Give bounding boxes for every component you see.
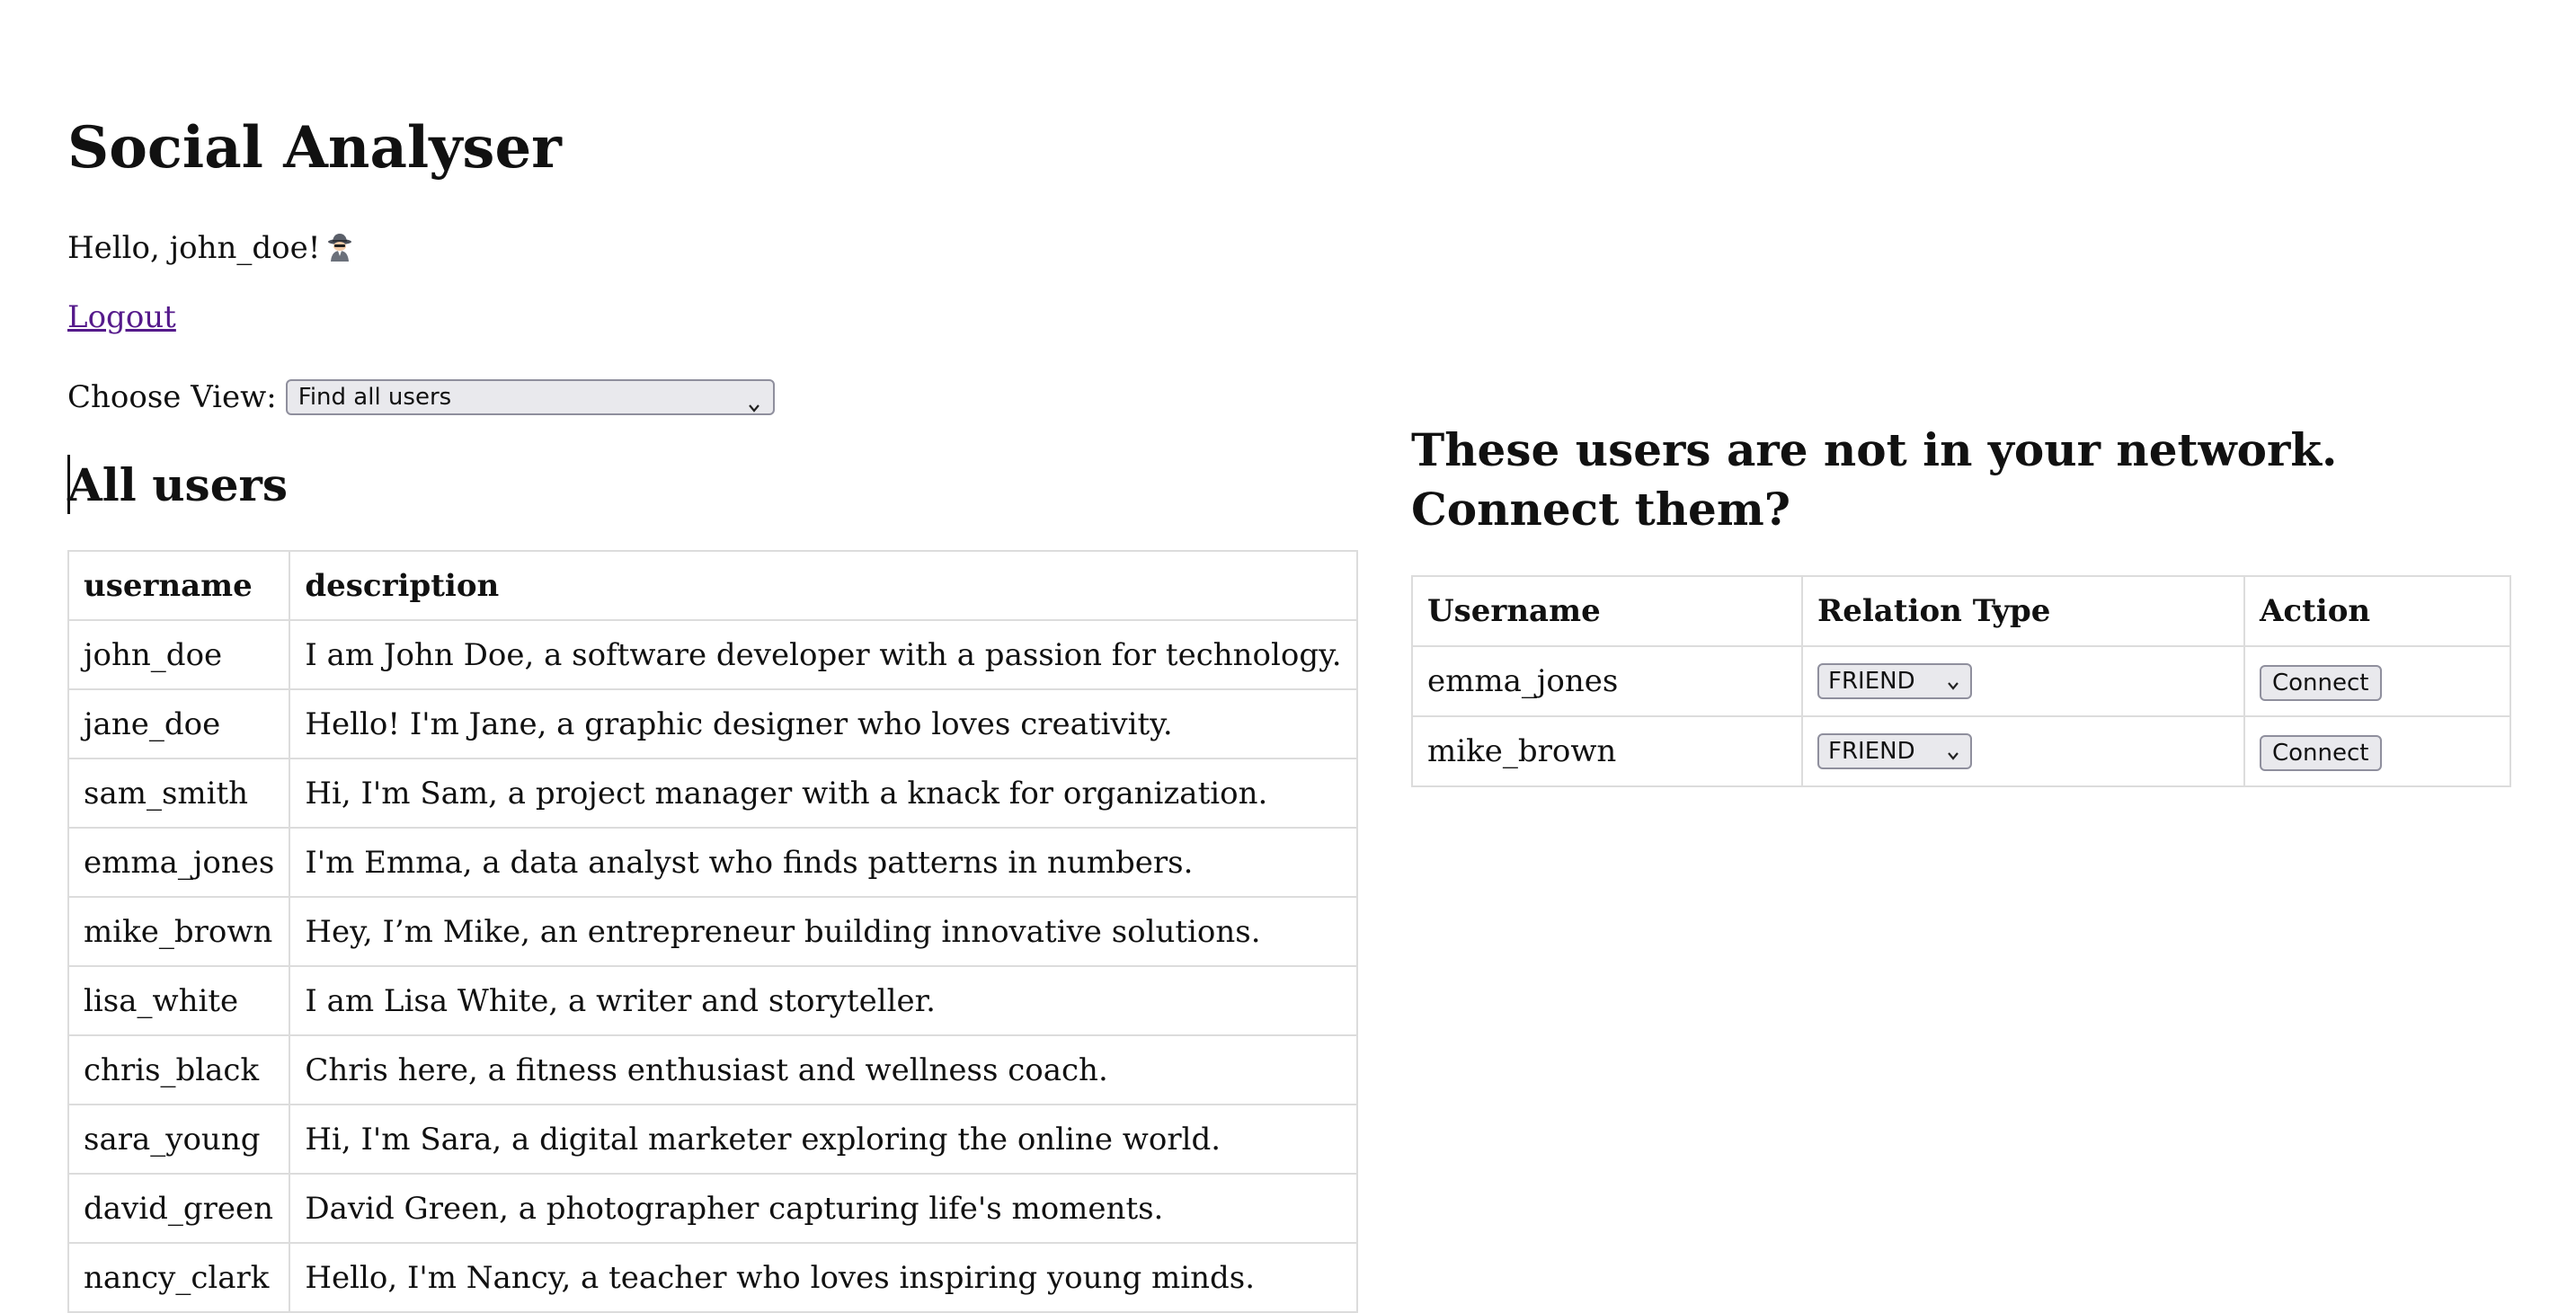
column-header-username: username bbox=[67, 550, 291, 621]
table-header-row: Username Relation Type Action bbox=[1411, 575, 2511, 647]
description-cell: Hello! I'm Jane, a graphic designer who … bbox=[289, 688, 1358, 759]
page-title: Social Analyser bbox=[67, 114, 562, 182]
username-cell: jane_doe bbox=[67, 688, 291, 759]
chevron-down-icon bbox=[746, 389, 762, 413]
network-table: Username Relation Type Action emma_jones… bbox=[1411, 575, 2511, 787]
relation-cell: FRIEND bbox=[1801, 645, 2245, 717]
username-cell: mike_brown bbox=[1411, 715, 1803, 787]
column-header-relation-type: Relation Type bbox=[1801, 575, 2245, 647]
users-table: username description john_doe I am John D… bbox=[67, 550, 1358, 1313]
network-title: These users are not in your network. Con… bbox=[1411, 423, 2338, 536]
username-cell: mike_brown bbox=[67, 896, 291, 967]
username-cell: emma_jones bbox=[1411, 645, 1803, 717]
chevron-down-icon bbox=[1945, 743, 1961, 760]
view-label: Choose View: bbox=[67, 379, 277, 415]
table-row: lisa_white I am Lisa White, a writer and … bbox=[67, 965, 1358, 1036]
username-cell: lisa_white bbox=[67, 965, 291, 1036]
table-row: john_doe I am John Doe, a software develo… bbox=[67, 619, 1358, 690]
table-row: nancy_clark Hello, I'm Nancy, a teacher w… bbox=[67, 1242, 1358, 1313]
detective-icon bbox=[327, 232, 352, 262]
username-cell: sam_smith bbox=[67, 758, 291, 829]
table-row: sam_smith Hi, I'm Sam, a project manager … bbox=[67, 758, 1358, 829]
description-cell: I am John Doe, a software developer with… bbox=[289, 619, 1358, 690]
column-header-action: Action bbox=[2243, 575, 2511, 647]
table-row: emma_jones I'm Emma, a data analyst who f… bbox=[67, 827, 1358, 898]
username-cell: chris_black bbox=[67, 1034, 291, 1105]
action-cell: Connect bbox=[2243, 645, 2511, 717]
table-row: sara_young Hi, I'm Sara, a digital market… bbox=[67, 1104, 1358, 1175]
username-cell: nancy_clark bbox=[67, 1242, 291, 1313]
greeting-text: Hello, john_doe! bbox=[67, 230, 321, 266]
description-cell: Chris here, a fitness enthusiast and wel… bbox=[289, 1034, 1358, 1105]
description-cell: I am Lisa White, a writer and storytelle… bbox=[289, 965, 1358, 1036]
username-cell: david_green bbox=[67, 1173, 291, 1244]
relation-type-select[interactable]: FRIEND bbox=[1817, 733, 1972, 769]
action-cell: Connect bbox=[2243, 715, 2511, 787]
description-cell: Hi, I'm Sara, a digital marketer explori… bbox=[289, 1104, 1358, 1175]
all-users-title: All users bbox=[67, 458, 288, 511]
username-cell: sara_young bbox=[67, 1104, 291, 1175]
username-cell: emma_jones bbox=[67, 827, 291, 898]
table-row: chris_black Chris here, a fitness enthusi… bbox=[67, 1034, 1358, 1105]
table-row: jane_doe Hello! I'm Jane, a graphic desig… bbox=[67, 688, 1358, 759]
column-header-description: description bbox=[289, 550, 1358, 621]
description-cell: Hello, I'm Nancy, a teacher who loves in… bbox=[289, 1242, 1358, 1313]
description-cell: I'm Emma, a data analyst who finds patte… bbox=[289, 827, 1358, 898]
table-row: david_green David Green, a photographer c… bbox=[67, 1173, 1358, 1244]
relation-type-value: FRIEND bbox=[1828, 668, 1915, 695]
table-header-row: username description bbox=[67, 550, 1358, 621]
greeting: Hello, john_doe! bbox=[67, 228, 352, 268]
view-chooser: Choose View: Find all users bbox=[67, 377, 775, 417]
view-select[interactable]: Find all users bbox=[285, 379, 775, 415]
username-cell: john_doe bbox=[67, 619, 291, 690]
description-cell: David Green, a photographer capturing li… bbox=[289, 1173, 1358, 1244]
relation-type-value: FRIEND bbox=[1828, 738, 1915, 765]
table-row: mike_brown Hey, I’m Mike, an entrepreneur… bbox=[67, 896, 1358, 967]
connect-button[interactable]: Connect bbox=[2260, 734, 2382, 771]
table-row: mike_brown FRIEND Connect bbox=[1411, 715, 2511, 787]
description-cell: Hi, I'm Sam, a project manager with a kn… bbox=[289, 758, 1358, 829]
view-select-value: Find all users bbox=[298, 384, 452, 411]
relation-type-select[interactable]: FRIEND bbox=[1817, 663, 1972, 699]
chevron-down-icon bbox=[1945, 673, 1961, 690]
table-row: emma_jones FRIEND Connect bbox=[1411, 645, 2511, 717]
relation-cell: FRIEND bbox=[1801, 715, 2245, 787]
description-cell: Hey, I’m Mike, an entrepreneur building … bbox=[289, 896, 1358, 967]
logout-link[interactable]: Logout bbox=[67, 297, 176, 337]
column-header-username: Username bbox=[1411, 575, 1803, 647]
connect-button[interactable]: Connect bbox=[2260, 664, 2382, 701]
